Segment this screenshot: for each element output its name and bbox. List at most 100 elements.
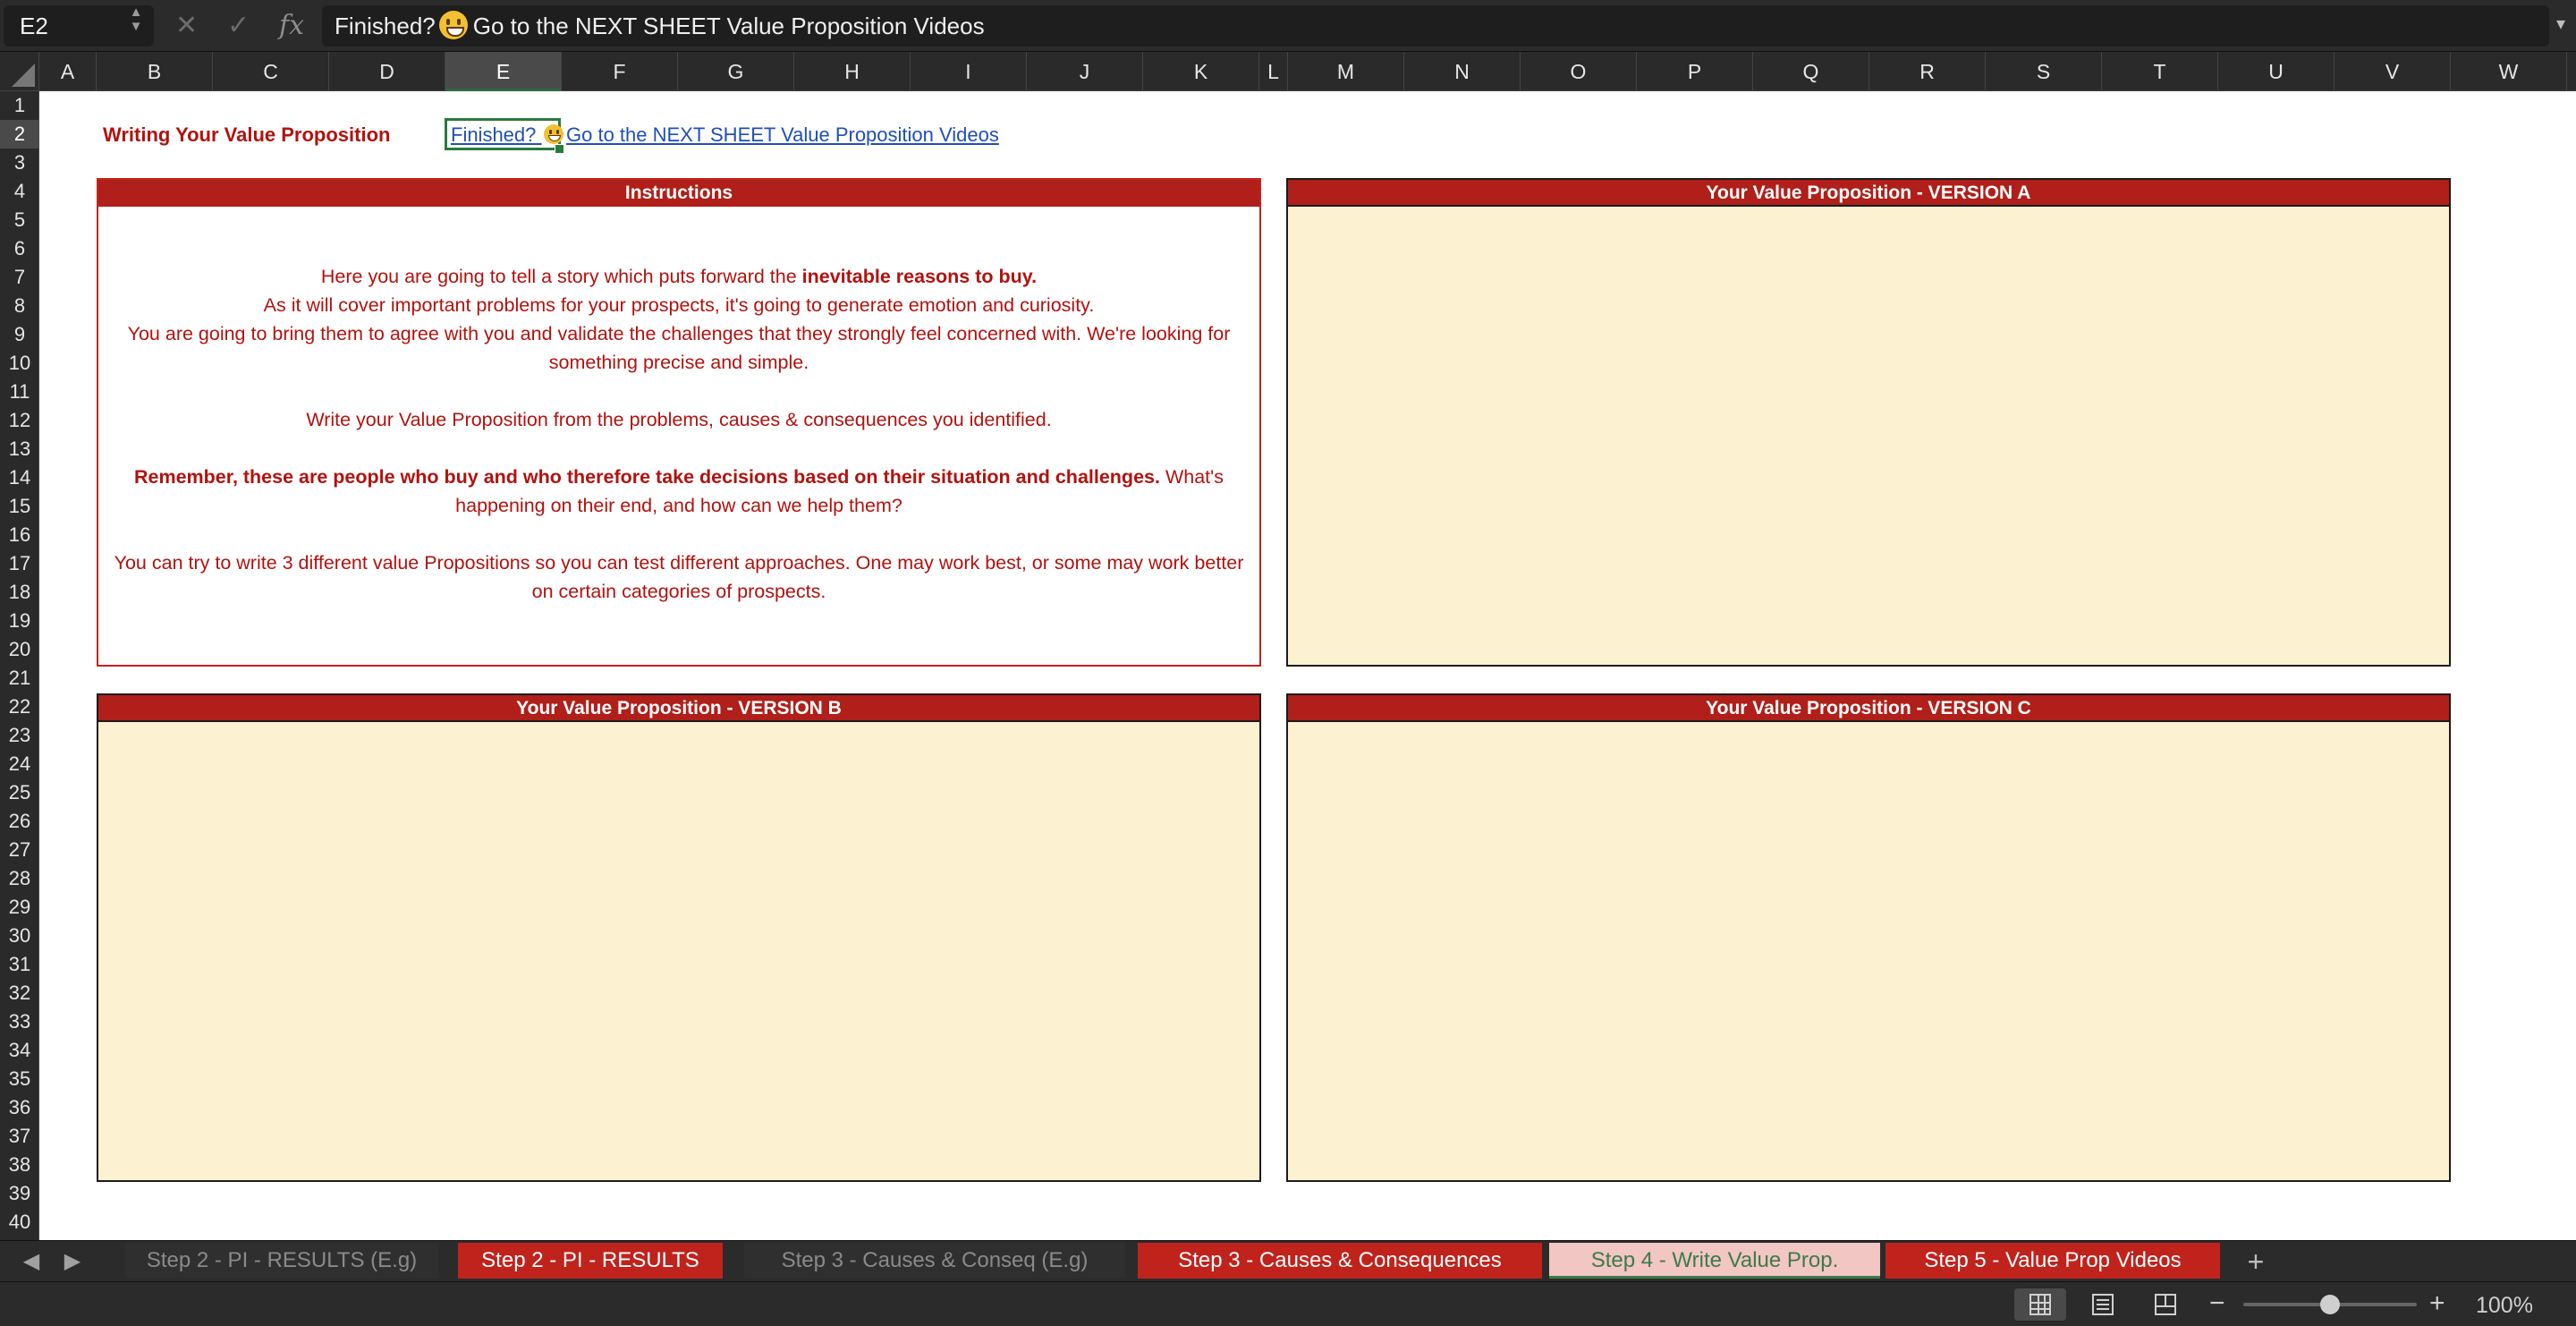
row-header-32[interactable]: 32 (0, 979, 39, 1007)
sheet-tab[interactable]: Step 5 - Value Prop Videos (1885, 1243, 2220, 1279)
zoom-in-icon[interactable]: + (2429, 1288, 2445, 1320)
next-sheet-link-part1[interactable]: Finished? (451, 123, 565, 147)
row-header-2[interactable]: 2 (0, 120, 39, 149)
version-a-header: Your Value Proposition - VERSION A (1288, 180, 2449, 207)
row-header-37[interactable]: 37 (0, 1122, 39, 1151)
row-header-11[interactable]: 11 (0, 378, 39, 406)
row-header-24[interactable]: 24 (0, 750, 39, 778)
row-header-38[interactable]: 38 (0, 1151, 39, 1179)
spreadsheet-grid[interactable]: ABCDEFGHIJKLMNOPQRSTUVW 1 2 3 4 5 6 7 8 9 10 11 12 1… (0, 52, 2576, 1240)
row-header-17[interactable]: 17 (0, 549, 39, 578)
row-header-29[interactable]: 29 (0, 893, 39, 922)
page-break-icon[interactable] (2140, 1288, 2191, 1321)
column-header-h[interactable]: H (794, 52, 911, 91)
row-header-5[interactable]: 5 (0, 206, 39, 234)
column-header-e[interactable]: E (445, 52, 562, 91)
row-header-7[interactable]: 7 (0, 263, 39, 292)
row-header-19[interactable]: 19 (0, 607, 39, 635)
row-header-27[interactable]: 27 (0, 836, 39, 864)
confirm-icon[interactable]: ✓ (227, 7, 250, 45)
column-header-d[interactable]: D (329, 52, 445, 91)
scroll-left-icon[interactable]: ◀ (18, 1248, 45, 1275)
sheet-tab[interactable]: Step 2 - PI - RESULTS (458, 1243, 723, 1279)
column-header-u[interactable]: U (2218, 52, 2334, 91)
link-text-finished: Finished? (451, 123, 537, 146)
name-box-stepper-icon[interactable]: ▲ ▼ (127, 5, 145, 36)
row-header-4[interactable]: 4 (0, 177, 39, 206)
row-header-12[interactable]: 12 (0, 406, 39, 435)
column-header-j[interactable]: J (1027, 52, 1143, 91)
zoom-slider-thumb[interactable] (2320, 1295, 2340, 1314)
column-header-m[interactable]: M (1288, 52, 1404, 91)
instructions-line-6: You can try to write 3 different value P… (114, 552, 1244, 602)
row-header-34[interactable]: 34 (0, 1036, 39, 1065)
column-header-g[interactable]: G (678, 52, 794, 91)
row-header-33[interactable]: 33 (0, 1007, 39, 1036)
row-header-31[interactable]: 31 (0, 950, 39, 979)
sheet-tab[interactable]: Step 4 - Write Value Prop. (1549, 1243, 1880, 1279)
row-header-35[interactable]: 35 (0, 1065, 39, 1093)
add-sheet-icon[interactable]: + (2240, 1246, 2272, 1277)
row-header-15[interactable]: 15 (0, 492, 39, 521)
scroll-right-icon[interactable]: ▶ (59, 1248, 86, 1275)
column-header-t[interactable]: T (2102, 52, 2218, 91)
row-header-1[interactable]: 1 (0, 91, 39, 120)
zoom-level[interactable]: 100% (2476, 1291, 2533, 1320)
column-header-o[interactable]: O (1521, 52, 1637, 91)
column-header-f[interactable]: F (562, 52, 678, 91)
row-header-30[interactable]: 30 (0, 922, 39, 950)
row-header-28[interactable]: 28 (0, 864, 39, 893)
row-header-3[interactable]: 3 (0, 149, 39, 177)
row-header-6[interactable]: 6 (0, 234, 39, 263)
column-header-b[interactable]: B (97, 52, 213, 91)
sheet-area[interactable]: Writing Your Value Proposition Finished?… (40, 92, 2576, 1240)
row-header-36[interactable]: 36 (0, 1093, 39, 1122)
row-header-22[interactable]: 22 (0, 693, 39, 721)
cancel-icon[interactable]: ✕ (175, 7, 198, 45)
next-sheet-link[interactable]: Go to the NEXT SHEET Value Proposition V… (566, 123, 999, 147)
column-header-r[interactable]: R (1869, 52, 1986, 91)
row-header-26[interactable]: 26 (0, 807, 39, 836)
sheet-tab[interactable]: Step 3 - Causes & Conseq (E.g) (744, 1243, 1125, 1279)
sheet-tab[interactable]: Step 3 - Causes & Consequences (1138, 1243, 1542, 1279)
column-header-k[interactable]: K (1143, 52, 1259, 91)
row-header-13[interactable]: 13 (0, 435, 39, 463)
row-header-25[interactable]: 25 (0, 778, 39, 807)
row-header-14[interactable]: 14 (0, 463, 39, 492)
column-header-q[interactable]: Q (1753, 52, 1869, 91)
row-header-10[interactable]: 10 (0, 349, 39, 378)
row-header-16[interactable]: 16 (0, 521, 39, 549)
function-icon[interactable]: fx (279, 7, 304, 45)
formula-text-part2: Go to the NEXT SHEET Value Proposition V… (472, 13, 985, 39)
row-header-18[interactable]: 18 (0, 578, 39, 607)
select-all-corner[interactable] (0, 52, 39, 91)
row-header-40[interactable]: 40 (0, 1208, 39, 1237)
column-header-s[interactable]: S (1986, 52, 2102, 91)
version-b-panel[interactable]: Your Value Proposition - VERSION B (97, 693, 1261, 1182)
row-header-9[interactable]: 9 (0, 320, 39, 349)
row-header-8[interactable]: 8 (0, 292, 39, 320)
version-c-header: Your Value Proposition - VERSION C (1288, 695, 2449, 722)
row-header-20[interactable]: 20 (0, 635, 39, 664)
expand-icon[interactable]: ▾ (2556, 13, 2565, 35)
row-header-39[interactable]: 39 (0, 1179, 39, 1208)
column-header-v[interactable]: V (2334, 52, 2451, 91)
version-c-panel[interactable]: Your Value Proposition - VERSION C (1286, 693, 2451, 1182)
sheet-title: Writing Your Value Proposition (103, 123, 391, 146)
column-header-w[interactable]: W (2451, 52, 2567, 91)
column-header-p[interactable]: P (1637, 52, 1753, 91)
page-layout-icon[interactable] (2077, 1288, 2129, 1321)
zoom-out-icon[interactable]: − (2209, 1288, 2225, 1320)
column-header-i[interactable]: I (911, 52, 1027, 91)
column-header-c[interactable]: C (213, 52, 329, 91)
row-header-23[interactable]: 23 (0, 721, 39, 750)
column-header-l[interactable]: L (1259, 52, 1288, 91)
sheet-tab[interactable]: Step 2 - PI - RESULTS (E.g) (125, 1243, 438, 1279)
version-a-panel[interactable]: Your Value Proposition - VERSION A (1286, 178, 2451, 667)
column-header-n[interactable]: N (1404, 52, 1521, 91)
instructions-panel: Instructions Here you are going to tell … (97, 178, 1261, 667)
row-header-21[interactable]: 21 (0, 664, 39, 693)
normal-view-icon[interactable] (2014, 1288, 2066, 1321)
formula-input[interactable]: Finished? Go to the NEXT SHEET Value Prop… (322, 5, 2549, 47)
column-header-a[interactable]: A (39, 52, 97, 91)
